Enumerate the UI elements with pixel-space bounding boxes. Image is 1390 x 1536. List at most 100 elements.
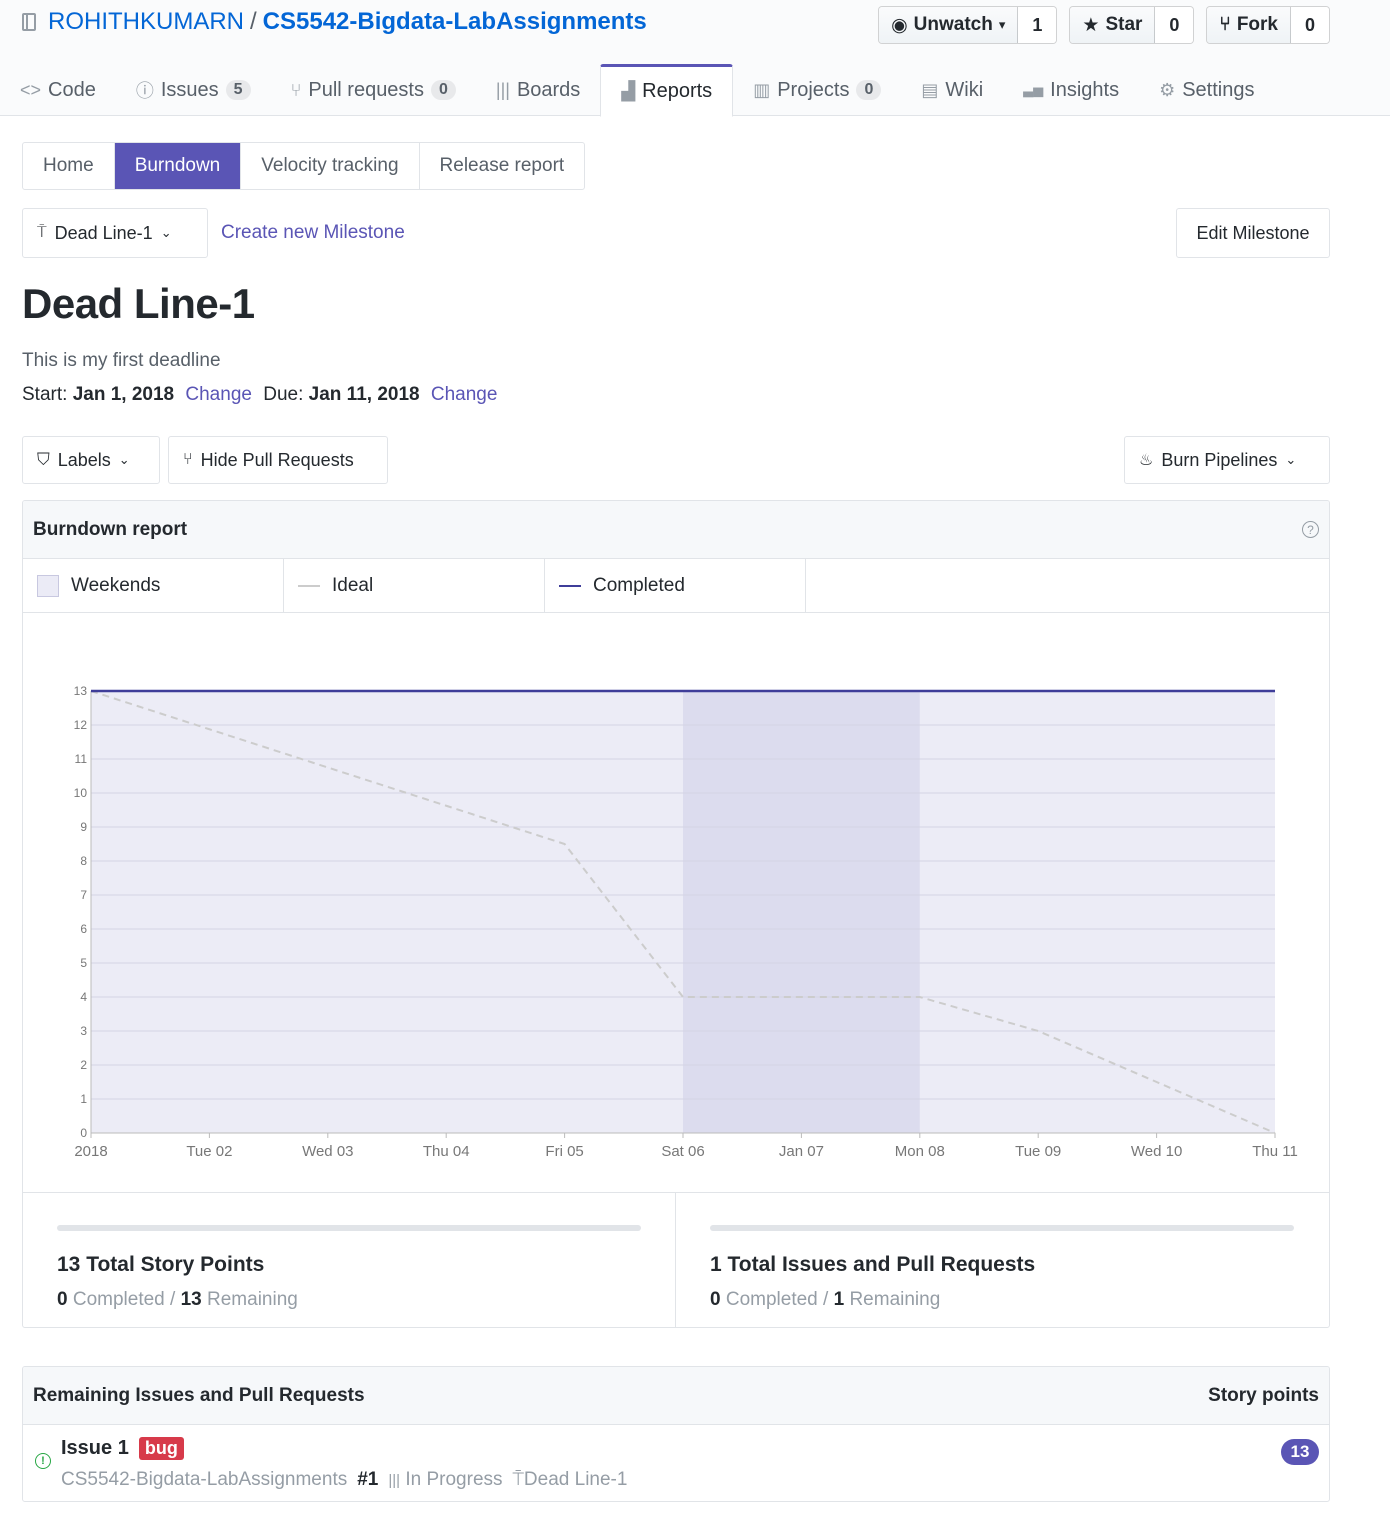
- y-tick-label: 10: [74, 786, 88, 800]
- burn-pipelines-label: Burn Pipelines: [1161, 449, 1278, 470]
- edit-milestone-button[interactable]: Edit Milestone: [1176, 208, 1330, 258]
- tab-insights[interactable]: ▃▅ Insights: [1003, 64, 1139, 116]
- legend-completed-label: Completed: [593, 574, 685, 596]
- x-tick-label: Wed 10: [1131, 1143, 1182, 1160]
- projects-counter: 0: [856, 80, 882, 100]
- burndown-chart-svg: 0123456789101112132018 Tue 02 Wed 03 Thu 04…: [74, 684, 1298, 1160]
- issue-pipeline: ||| In Progress: [388, 1469, 502, 1491]
- y-tick-label: 13: [74, 684, 88, 698]
- burn-pipelines-button[interactable]: ♨ Burn Pipelines ⌄: [1124, 436, 1330, 484]
- boards-icon: |||: [495, 79, 510, 100]
- issue-title-link[interactable]: Issue 1: [61, 1437, 129, 1460]
- burndown-panel: Burndown report ? Weekends Ideal Complet…: [22, 500, 1330, 1328]
- tab-wiki[interactable]: ▤ Wiki: [901, 64, 1003, 116]
- issues-counter: 5: [225, 80, 251, 100]
- milestone-icon: ⍑: [512, 1469, 524, 1490]
- slash-separator: /: [170, 1289, 176, 1310]
- start-label: Start:: [22, 384, 68, 405]
- tab-projects[interactable]: ▥ Projects 0: [733, 64, 901, 116]
- star-button[interactable]: ★ Star: [1070, 7, 1156, 43]
- repo-separator: /: [250, 8, 257, 35]
- issues-stat: 1 Total Issues and Pull Requests 0 Compl…: [676, 1193, 1329, 1327]
- chart-legend: Weekends Ideal Completed: [23, 559, 1329, 613]
- legend-completed[interactable]: Completed: [545, 559, 806, 612]
- tab-insights-label: Insights: [1050, 78, 1120, 101]
- code-icon: <>: [20, 79, 42, 100]
- eye-icon: ◉: [891, 14, 908, 36]
- labels-filter-button[interactable]: ⛉ Labels ⌄: [22, 436, 160, 484]
- issues-progress-bar: [710, 1225, 1294, 1231]
- tab-wiki-label: Wiki: [945, 78, 984, 101]
- pull-requests-counter: 0: [431, 80, 456, 100]
- change-due-link[interactable]: Change: [431, 384, 498, 405]
- tab-boards[interactable]: ||| Boards: [476, 64, 600, 116]
- milestone-selector-label: Dead Line-1: [54, 222, 153, 243]
- watchers-count[interactable]: 1: [1018, 7, 1057, 43]
- story-points-remaining: 13: [180, 1289, 202, 1310]
- star-group: ★ Star 0: [1069, 6, 1195, 44]
- fork-button[interactable]: ⑂ Fork: [1207, 7, 1291, 43]
- story-points-stat: 13 Total Story Points 0 Completed / 13 R…: [23, 1193, 676, 1327]
- repo-nav: <> Code ⓘ Issues 5 ⑂ Pull requests 0 |||…: [0, 64, 1274, 117]
- star-icon: ★: [1082, 14, 1100, 36]
- issue-repo[interactable]: CS5542-Bigdata-LabAssignments: [61, 1469, 347, 1491]
- issue-number[interactable]: #1: [357, 1469, 378, 1491]
- issue-milestone: ⍑Dead Line-1: [513, 1469, 628, 1491]
- issues-total: 1 Total Issues and Pull Requests: [710, 1253, 1036, 1276]
- y-tick-label: 12: [74, 718, 88, 732]
- issue-label-bug[interactable]: bug: [138, 1437, 184, 1460]
- burndown-chart: 0 1 2 3 4 5 6 7 8 9 10 11 12 13 2018 Tue 02 Wed 03 Thu 04…: [23, 613, 1329, 1193]
- tab-settings[interactable]: ⚙ Settings: [1139, 64, 1274, 116]
- legend-ideal[interactable]: Ideal: [284, 559, 545, 612]
- weekend-band: [683, 691, 920, 1133]
- flame-icon: ♨: [1139, 452, 1154, 469]
- tab-issues[interactable]: ⓘ Issues 5: [116, 64, 271, 116]
- issues-remaining: 1: [833, 1289, 845, 1310]
- x-tick-label: Thu 04: [423, 1143, 470, 1160]
- repo-name-link[interactable]: CS5542-Bigdata-LabAssignments: [263, 8, 647, 36]
- help-icon[interactable]: ?: [1302, 521, 1319, 538]
- stars-count[interactable]: 0: [1155, 7, 1194, 43]
- caret-down-icon: ▾: [998, 17, 1006, 32]
- due-date: Jan 11, 2018: [308, 384, 420, 405]
- x-tick-label: Sat 06: [661, 1143, 704, 1160]
- fork-icon: ⑂: [1219, 14, 1231, 35]
- hide-pull-requests-label: Hide Pull Requests: [200, 449, 354, 470]
- y-tick-label: 2: [80, 1058, 87, 1072]
- subnav-burndown[interactable]: Burndown: [114, 143, 242, 189]
- unwatch-button[interactable]: ◉ Unwatch ▾: [879, 7, 1019, 43]
- repo-header: ROHITHKUMARN / CS5542-Bigdata-LabAssignm…: [0, 0, 1390, 117]
- tab-settings-label: Settings: [1182, 78, 1255, 101]
- ideal-swatch: [298, 584, 320, 587]
- remaining-label: Remaining: [849, 1289, 941, 1310]
- completed-label: Completed: [72, 1289, 165, 1310]
- start-date: Jan 1, 2018: [72, 384, 175, 405]
- repo-owner-link[interactable]: ROHITHKUMARN: [48, 8, 244, 36]
- list-item[interactable]: ! Issue 1 bug CS5542-Bigdata-LabAssignme…: [23, 1425, 1329, 1501]
- pull-request-icon: ⑂: [183, 451, 193, 468]
- tab-reports[interactable]: ▟ Reports: [600, 64, 734, 117]
- y-tick-label: 8: [80, 854, 87, 868]
- tab-pull-requests[interactable]: ⑂ Pull requests 0: [271, 64, 476, 116]
- forks-count[interactable]: 0: [1291, 7, 1329, 43]
- open-issue-icon: !: [35, 1453, 51, 1469]
- story-points-completed: 0: [57, 1289, 68, 1310]
- subnav-release-report[interactable]: Release report: [420, 143, 585, 189]
- milestone-selector[interactable]: ⍑ Dead Line-1 ⌄: [22, 208, 208, 258]
- change-start-link[interactable]: Change: [185, 384, 252, 405]
- legend-weekends[interactable]: Weekends: [23, 559, 284, 612]
- subnav-velocity-tracking[interactable]: Velocity tracking: [241, 143, 420, 189]
- hide-pull-requests-button[interactable]: ⑂ Hide Pull Requests: [168, 436, 388, 484]
- tab-code[interactable]: <> Code: [0, 64, 116, 116]
- unwatch-label: Unwatch: [913, 14, 993, 35]
- x-tick-label: Fri 05: [545, 1143, 583, 1160]
- reports-icon: ▟: [621, 81, 636, 101]
- chevron-down-icon: ⌄: [160, 225, 172, 240]
- create-milestone-link[interactable]: Create new Milestone: [221, 222, 405, 244]
- burndown-stats: 13 Total Story Points 0 Completed / 13 R…: [23, 1193, 1329, 1327]
- milestone-dates: Start: Jan 1, 2018 Change Due: Jan 11, 2…: [22, 384, 503, 406]
- story-points-total: 13 Total Story Points: [57, 1253, 265, 1276]
- subnav-home[interactable]: Home: [23, 143, 115, 189]
- slash-separator: /: [823, 1289, 829, 1310]
- chevron-down-icon: ⌄: [118, 452, 130, 467]
